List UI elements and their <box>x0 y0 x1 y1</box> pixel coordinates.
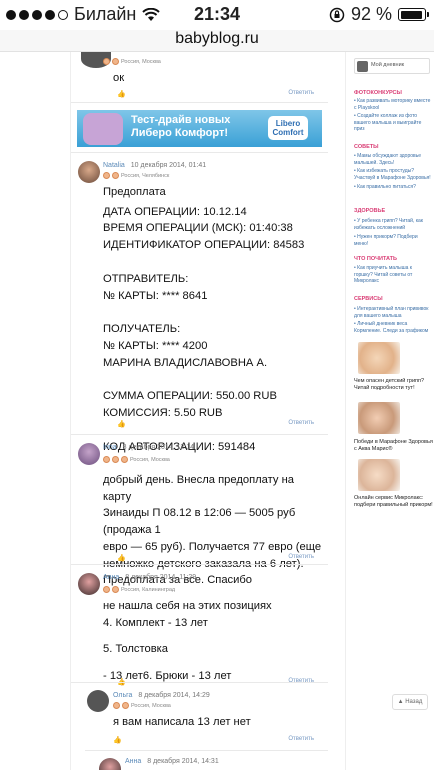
comment-header: Natalia 10 декабря 2014, 01:41 <box>103 162 206 169</box>
divider <box>71 682 328 683</box>
avatar[interactable] <box>78 161 100 183</box>
comment-text: я вам написала 13 лет нет <box>113 716 251 728</box>
web-page: Россия, Москва ок 👍 Ответить Тест-драйв … <box>0 52 434 770</box>
author-name[interactable]: Ольга <box>113 692 132 699</box>
promo-caption[interactable]: Онлайн сервис Микролакс: подбери правиль… <box>354 495 434 509</box>
reply-link[interactable]: Ответить <box>288 678 314 684</box>
reply-link[interactable]: Ответить <box>288 90 314 96</box>
like-icon[interactable]: 👍 <box>117 420 126 428</box>
divider <box>71 564 328 565</box>
avatar[interactable] <box>78 443 100 465</box>
comment-date: 8 декабря 2014, 11:29 <box>125 574 197 581</box>
comment-text: ок <box>113 72 125 84</box>
reply-link[interactable]: Ответить <box>288 554 314 560</box>
author-name[interactable]: Анна <box>125 758 141 765</box>
sidebar-link[interactable]: • Нужен прикорм? Подбери меню! <box>354 234 432 247</box>
like-icon[interactable]: 👍 <box>117 554 126 562</box>
sidebar-link[interactable]: • Как приучить малыша к горшку? Читай со… <box>354 265 432 285</box>
comments-column: Россия, Москва ок 👍 Ответить Тест-драйв … <box>71 52 328 770</box>
comment-header: Анна 8 декабря 2014, 14:31 <box>125 758 219 765</box>
promo-image[interactable] <box>358 402 400 434</box>
promo-image[interactable] <box>358 459 400 491</box>
banner-text: Тест-драйв новых Либеро Комфорт! <box>131 114 231 139</box>
status-bar-right: 92 % <box>329 4 429 25</box>
orientation-lock-icon <box>329 7 345 22</box>
comment-header: Ольга 8 декабря 2014, 14:29 <box>113 692 210 699</box>
sidebar-link[interactable]: • Как избежать простуды? Участвуй в Мара… <box>354 168 432 181</box>
author-name[interactable]: Анна <box>103 574 119 581</box>
comment-date: 10 декабря 2014, 01:41 <box>130 162 207 169</box>
divider <box>85 750 328 751</box>
sidebar-link[interactable]: • Как развивать моторику вместе с Playsk… <box>354 98 432 111</box>
sidebar-link[interactable]: • У ребенка грипп? Читай, как избежать о… <box>354 218 432 231</box>
author-location: Россия, Москва <box>103 58 161 65</box>
battery-icon <box>398 8 429 21</box>
avatar[interactable] <box>87 690 109 712</box>
status-bar: Билайн 21:34 92 % <box>0 0 434 30</box>
section-title: СЕРВИСЫ <box>354 296 383 302</box>
comment-date: 8 декабря 2014, 14:29 <box>138 692 210 699</box>
comment: Irina 8 декабря 2014, 12:14 Россия, Моск… <box>71 440 328 586</box>
comment: Анна 8 декабря 2014, 11:29 Россия, Калин… <box>71 570 328 688</box>
promo-image[interactable] <box>358 342 400 374</box>
reply-link[interactable]: Ответить <box>288 736 314 742</box>
author-location: Россия, Москва <box>103 456 170 463</box>
url-text: babyblog.ru <box>175 30 259 47</box>
sidebar-link[interactable]: • Как правильно питаться? <box>354 184 432 191</box>
reply-link[interactable]: Ответить <box>288 420 314 426</box>
like-icon[interactable]: 👍 <box>117 90 126 98</box>
avatar[interactable] <box>78 573 100 595</box>
divider <box>71 434 328 435</box>
sidebar-link[interactable]: • Интерактивный план прививок для вашего… <box>354 306 432 319</box>
back-to-top-button[interactable]: ▲ Назад <box>392 694 428 710</box>
comment: Россия, Москва ок 👍 Ответить <box>71 52 328 104</box>
promo-caption[interactable]: Чем опасен детский грипп? Читай подробно… <box>354 378 434 392</box>
right-sidebar: Мой дневник ФОТОКОНКУРСЫ • Как развивать… <box>345 52 434 770</box>
sidebar-link[interactable]: • Личный дневник веса Кормление. Следи з… <box>354 321 432 334</box>
comment-reply: Анна 8 декабря 2014, 14:31 <box>85 754 328 770</box>
comment-text: Предоплата ДАТА ОПЕРАЦИИ: 10.12.14 ВРЕМЯ… <box>103 186 305 453</box>
battery-fill <box>400 10 422 19</box>
banner-kids-image <box>83 113 123 145</box>
comment-text: не нашла себя на этих позициях 4. Компле… <box>103 600 272 683</box>
sidebar-link[interactable]: • Создайте коллаж из фото вашего малыша … <box>354 113 432 133</box>
sidebar-link[interactable]: • Мамы обсуждают здоровье малышей. Здесь… <box>354 153 432 166</box>
comment-header: Irina 8 декабря 2014, 12:14 <box>103 444 194 451</box>
comment-reply: Ольга 8 декабря 2014, 14:29 Россия, Моск… <box>85 688 328 748</box>
author-name[interactable]: Natalia <box>103 162 125 169</box>
battery-percent: 92 % <box>350 4 392 24</box>
comment-header: Анна 8 декабря 2014, 11:29 <box>103 574 196 581</box>
promo-caption[interactable]: Победи в Марафоне Здоровья с Аква Марис® <box>354 439 434 453</box>
libero-logo: Libero Comfort <box>268 116 308 140</box>
author-name[interactable]: Irina <box>103 444 117 451</box>
section-title: СОВЕТЫ <box>354 144 379 150</box>
left-gutter <box>0 52 70 770</box>
like-icon[interactable]: 👍 <box>113 736 122 744</box>
author-location: Россия, Челябинск <box>103 172 169 179</box>
section-title: ФОТОКОНКУРСЫ <box>354 90 402 96</box>
section-title: ЧТО ПОЧИТАТЬ <box>354 256 397 262</box>
author-location: Россия, Москва <box>113 702 171 709</box>
section-title: ЗДОРОВЬЕ <box>354 208 386 214</box>
divider <box>71 152 328 153</box>
comment-date: 8 декабря 2014, 14:31 <box>147 758 219 765</box>
divider <box>71 102 328 103</box>
ad-banner[interactable]: Тест-драйв новых Либеро Комфорт! Libero … <box>77 110 322 147</box>
address-bar[interactable]: babyblog.ru <box>0 30 434 52</box>
author-location: Россия, Калининград <box>103 586 175 593</box>
avatar[interactable] <box>99 758 121 770</box>
my-diary-button[interactable]: Мой дневник <box>354 58 430 74</box>
comment-date: 8 декабря 2014, 12:14 <box>122 444 195 451</box>
profile-mini-avatar <box>357 61 368 72</box>
comment: Natalia 10 декабря 2014, 01:41 Россия, Ч… <box>71 158 328 453</box>
